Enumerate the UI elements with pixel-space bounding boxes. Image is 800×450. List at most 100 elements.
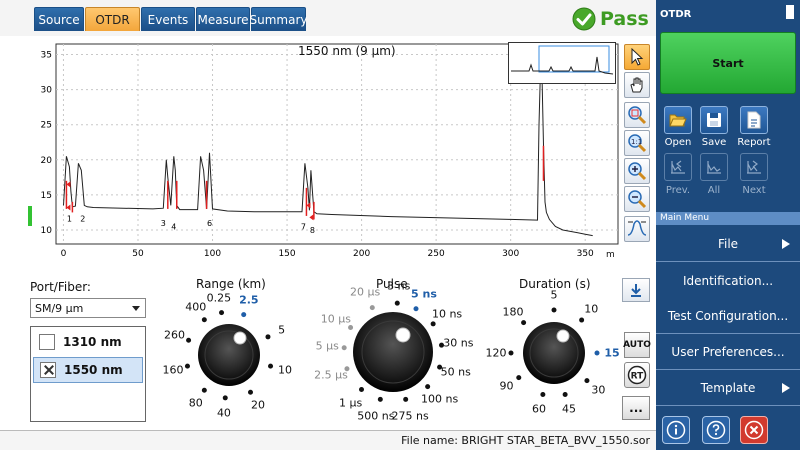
dial-option-label[interactable]: 0.25 <box>207 291 232 304</box>
dial-position-dot <box>425 384 431 390</box>
pass-label: Pass <box>600 8 649 30</box>
tab-otdr[interactable]: OTDR <box>85 7 140 31</box>
next-trace-button[interactable] <box>740 153 768 181</box>
chevron-right-icon <box>782 383 790 393</box>
dial-option-label[interactable]: 80 <box>189 396 203 409</box>
zoom-out-button[interactable] <box>624 186 650 212</box>
dial-option-label[interactable]: 400 <box>185 301 206 314</box>
dial-option-label[interactable]: 1 µs <box>339 396 362 409</box>
open-button[interactable] <box>664 106 692 134</box>
help-button[interactable] <box>702 416 730 444</box>
previous-trace-button[interactable] <box>664 153 692 181</box>
event-number-label: 7 <box>301 222 306 231</box>
dial-option-label[interactable]: 40 <box>217 406 231 419</box>
wavelength-item-1550[interactable]: 1550 nm <box>33 357 143 383</box>
dial-position-dot <box>241 312 247 318</box>
y-tick-label: 15 <box>41 191 52 201</box>
dial-option-label[interactable]: 160 <box>162 364 183 377</box>
dial-position-dot <box>265 334 271 340</box>
dial-option-label[interactable]: 5 <box>278 324 285 337</box>
fit-trace-button[interactable] <box>624 216 650 242</box>
auto-button[interactable]: AUTO <box>623 332 651 358</box>
real-time-button[interactable]: RT <box>624 362 650 388</box>
dial-position-dot <box>551 307 557 313</box>
otdr-graph[interactable]: 10 15 20 25 30 35 0 50 100 150 200 250 300 350 123467… <box>28 36 622 264</box>
zoom-reset-icon: 1:1 <box>628 134 647 153</box>
menu-test-configuration[interactable]: Test Configuration... <box>656 298 800 334</box>
dial-option-label[interactable]: 20 <box>251 399 265 412</box>
port-fiber-select[interactable]: SM/9 µm <box>30 298 146 318</box>
dial-option-label[interactable]: 30 <box>591 384 605 397</box>
dial-option-label[interactable]: 10 µs <box>321 313 351 326</box>
dial-option-label[interactable]: 15 <box>604 347 619 360</box>
pointer-icon <box>631 48 644 66</box>
zoom-in-icon <box>628 162 647 181</box>
hand-pan-icon <box>630 77 643 93</box>
dial-option-label[interactable]: 2.5 µs <box>314 368 348 381</box>
dial-option-label[interactable]: 10 ns <box>432 308 462 321</box>
tab-events[interactable]: Events <box>141 7 195 31</box>
dial-option-label[interactable]: 50 ns <box>441 366 471 379</box>
tab-bar: Source OTDR Events Measure Summary Pass <box>0 0 656 36</box>
wavelength-checkbox-1550[interactable] <box>40 362 56 378</box>
dial-option-label[interactable]: 5 ns <box>411 287 437 300</box>
dial-position-dot <box>184 363 190 369</box>
help-icon <box>706 420 726 440</box>
tab-summary[interactable]: Summary <box>250 7 308 31</box>
dial-position-dot <box>186 337 192 343</box>
dial-position-dot <box>219 310 225 316</box>
dial-option-label[interactable]: 60 <box>532 403 546 416</box>
check-circle-icon <box>572 7 596 31</box>
dial-option-label[interactable]: 2.5 <box>239 294 259 307</box>
dial-option-label[interactable]: 260 <box>164 329 185 342</box>
trace-overview[interactable] <box>508 42 616 84</box>
pointer-tool-button[interactable] <box>624 44 650 70</box>
zoom-reset-button[interactable]: 1:1 <box>624 130 650 156</box>
dial-position-dot <box>521 320 527 326</box>
menu-identification[interactable]: Identification... <box>656 263 800 299</box>
menu-template[interactable]: Template <box>656 370 800 406</box>
start-button[interactable]: Start <box>660 32 796 94</box>
dial-position-dot <box>201 387 207 393</box>
dial-option-label[interactable]: 275 ns <box>391 409 428 422</box>
tab-measure[interactable]: Measure <box>196 7 250 31</box>
menu-user-preferences[interactable]: User Preferences... <box>656 334 800 370</box>
x-tick-label: 250 <box>428 249 445 259</box>
report-button[interactable] <box>740 106 768 134</box>
wavelength-item-1310[interactable]: 1310 nm <box>33 329 143 355</box>
dial-option-label[interactable]: 500 ns <box>357 409 394 422</box>
dial-position-dot <box>341 345 347 351</box>
dial-option-label[interactable]: 120 <box>486 347 507 360</box>
launch-marker <box>28 206 32 226</box>
arrow-down-icon <box>631 284 641 297</box>
wavelength-checkbox-1310[interactable] <box>39 334 55 350</box>
main-menu-label: Main Menu <box>656 212 800 225</box>
pulse-dial-title: Pulse <box>376 277 408 291</box>
dial-option-label[interactable]: 30 ns <box>443 336 473 349</box>
dial-option-label[interactable]: 10 <box>584 302 598 315</box>
save-button[interactable] <box>700 106 728 134</box>
zoom-area-button[interactable] <box>624 102 650 128</box>
pan-tool-button[interactable] <box>624 72 650 98</box>
menu-file[interactable]: File <box>656 226 800 262</box>
info-button[interactable] <box>662 416 690 444</box>
tab-source[interactable]: Source <box>34 7 84 31</box>
fit-trace-icon <box>627 220 647 236</box>
dial-option-label[interactable]: 180 <box>502 305 523 318</box>
dial-option-label[interactable]: 100 ns <box>421 392 458 405</box>
dial-position-dot <box>516 375 522 381</box>
auto-label: AUTO <box>623 340 651 350</box>
all-traces-button[interactable] <box>700 153 728 181</box>
dial-option-label[interactable]: 90 <box>499 380 513 393</box>
exit-button[interactable] <box>740 416 768 444</box>
zoom-in-button[interactable] <box>624 158 650 184</box>
dial-position-dot <box>430 321 436 327</box>
dial-option-label[interactable]: 5 µs <box>316 340 339 353</box>
dial-position-dot <box>222 395 228 401</box>
download-button[interactable] <box>622 278 650 302</box>
more-button[interactable]: ... <box>622 396 650 420</box>
dial-option-label[interactable]: 10 <box>278 364 292 377</box>
dial-position-dot <box>562 392 568 398</box>
dial-option-label[interactable]: 45 <box>562 403 576 416</box>
range-knob <box>198 324 260 386</box>
